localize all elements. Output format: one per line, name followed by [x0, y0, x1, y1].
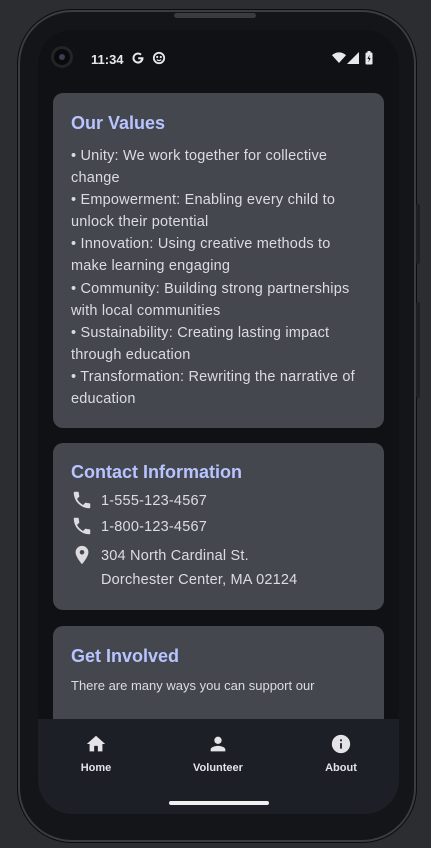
contact-card: Contact Information 1-555-123-4567 1-800…	[53, 443, 384, 610]
volume-button	[416, 302, 420, 398]
values-card: Our Values • Unity: We work together for…	[53, 93, 384, 428]
signal-icon	[347, 52, 359, 67]
address-text: 304 North Cardinal St. Dorchester Center…	[101, 544, 297, 592]
contact-title: Contact Information	[71, 462, 242, 482]
phone-number-2: 1-800-123-4567	[101, 519, 207, 535]
google-icon	[131, 51, 145, 68]
value-item: • Sustainability: Creating lasting impac…	[71, 324, 330, 363]
phone-icon	[73, 491, 91, 509]
phone-screen: 11:34 Our Values • Unity: We work togeth…	[38, 30, 399, 814]
gesture-home-bar[interactable]	[169, 801, 269, 805]
values-title: Our Values	[71, 113, 166, 133]
address-line-2: Dorchester Center, MA 02124	[101, 572, 298, 588]
nav-about[interactable]: About	[291, 733, 391, 774]
get-involved-card: Get Involved There are many ways you can…	[53, 626, 384, 719]
get-involved-title: Get Involved	[71, 646, 180, 666]
phone-row-2[interactable]: 1-800-123-4567	[71, 515, 207, 539]
nav-about-label: About	[325, 762, 357, 774]
info-icon	[331, 734, 351, 754]
earpiece-speaker	[174, 13, 256, 18]
nav-home-label: Home	[80, 762, 112, 774]
wifi-icon	[332, 52, 346, 67]
phone-icon	[73, 517, 91, 535]
value-item: • Transformation: Rewriting the narrativ…	[71, 368, 355, 408]
person-icon	[210, 736, 226, 752]
home-icon	[86, 735, 106, 752]
value-item: • Unity: We work together for collective…	[71, 148, 328, 187]
power-button	[416, 204, 420, 264]
location-pin-icon	[75, 545, 89, 565]
battery-icon	[365, 51, 373, 68]
phone-number-1: 1-555-123-4567	[101, 493, 207, 509]
status-time: 11:34	[91, 52, 124, 67]
value-item: • Empowerment: Enabling every child to u…	[71, 192, 336, 231]
front-camera	[51, 46, 73, 68]
address-line-1: 304 North Cardinal St.	[101, 548, 249, 564]
address-row[interactable]: 304 North Cardinal St. Dorchester Center…	[71, 544, 297, 592]
get-involved-text: There are many ways you can support our	[71, 678, 315, 693]
status-bar: 11:34	[38, 30, 399, 86]
nav-home[interactable]: Home	[46, 733, 146, 774]
values-list: • Unity: We work together for collective…	[71, 145, 367, 410]
value-item: • Innovation: Using creative methods to …	[71, 236, 331, 275]
phone-row-1[interactable]: 1-555-123-4567	[71, 489, 207, 513]
bottom-navigation: Home Volunteer About	[38, 719, 399, 814]
notification-icon	[152, 51, 166, 68]
value-item: • Community: Building strong partnership…	[71, 280, 350, 319]
nav-volunteer[interactable]: Volunteer	[168, 733, 268, 774]
nav-volunteer-label: Volunteer	[193, 762, 243, 774]
scroll-content[interactable]: Our Values • Unity: We work together for…	[38, 86, 399, 719]
